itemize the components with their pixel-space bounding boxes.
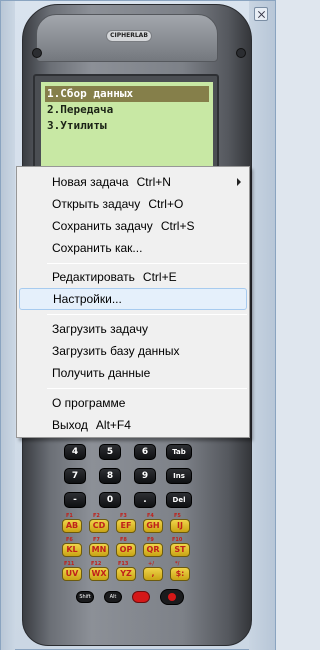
menu-item-label: Новая задача: [52, 175, 129, 189]
menu-item-label: Настройки...: [53, 292, 122, 306]
menu-item-open-task[interactable]: Открыть задачу Ctrl+O: [19, 193, 247, 215]
key-7[interactable]: 7: [64, 468, 86, 484]
menu-item-label: Загрузить задачу: [52, 322, 148, 336]
menu-item-get-data[interactable]: Получить данные: [19, 362, 247, 384]
key-mn[interactable]: MN: [89, 543, 109, 557]
key-ab[interactable]: AB: [62, 519, 82, 533]
context-menu: Новая задача Ctrl+N Открыть задачу Ctrl+O …: [16, 166, 250, 438]
key-st[interactable]: ST: [170, 543, 190, 557]
key-del[interactable]: Del: [166, 492, 192, 508]
shift-key[interactable]: Shift: [76, 591, 94, 603]
menu-item-shortcut: Ctrl+O: [148, 197, 184, 211]
key-0[interactable]: 0: [99, 492, 121, 508]
power-icon[interactable]: [132, 591, 150, 603]
key-op[interactable]: OP: [116, 543, 136, 557]
menu-item-label: Редактировать: [52, 270, 135, 284]
menu-item-shortcut: Ctrl+S: [160, 219, 195, 233]
menu-item-label: Загрузить базу данных: [52, 344, 180, 358]
menu-item-save-as[interactable]: Сохранить как...: [19, 237, 247, 259]
key-cd[interactable]: CD: [89, 519, 109, 533]
menu-item-label: О программе: [52, 396, 126, 410]
key-4[interactable]: 4: [64, 444, 86, 460]
menu-item-edit[interactable]: Редактировать Ctrl+E: [19, 266, 247, 288]
key-5[interactable]: 5: [99, 444, 121, 460]
key-comma[interactable]: ,: [143, 567, 163, 581]
menu-item-about[interactable]: О программе: [19, 392, 247, 414]
left-panel-edge: [1, 1, 15, 650]
alt-key[interactable]: Alt: [104, 591, 122, 603]
key-6[interactable]: 6: [134, 444, 156, 460]
device-screen[interactable]: 1.Сбор данных 2.Передача 3.Утилиты: [41, 82, 213, 174]
key-yz[interactable]: YZ: [116, 567, 136, 581]
key-ij[interactable]: IJ: [170, 519, 190, 533]
right-panel-edge: [249, 1, 275, 650]
led-right-icon: [236, 48, 246, 58]
menu-item-save-task[interactable]: Сохранить задачу Ctrl+S: [19, 215, 247, 237]
key-qr[interactable]: QR: [143, 543, 163, 557]
key-dollar[interactable]: $:: [170, 567, 190, 581]
key-tab[interactable]: Tab: [166, 444, 192, 460]
menu-separator: [47, 314, 247, 315]
menu-separator: [47, 263, 247, 264]
menu-item-load-database[interactable]: Загрузить базу данных: [19, 340, 247, 362]
menu-item-new-task[interactable]: Новая задача Ctrl+N: [19, 171, 247, 193]
key-ins[interactable]: Ins: [166, 468, 192, 484]
key-8[interactable]: 8: [99, 468, 121, 484]
menu-item-shortcut: Alt+F4: [95, 418, 131, 432]
led-left-icon: [32, 48, 42, 58]
menu-item-label: Сохранить задачу: [52, 219, 153, 233]
menu-item-exit[interactable]: Выход Alt+F4: [19, 414, 247, 436]
close-icon[interactable]: [254, 7, 268, 21]
key-ef[interactable]: EF: [116, 519, 136, 533]
submenu-arrow-icon: [237, 178, 241, 186]
menu-item-label: Сохранить как...: [52, 241, 143, 255]
menu-item-label: Выход: [52, 418, 88, 432]
screen-menu-item-1[interactable]: 1.Сбор данных: [45, 86, 209, 102]
menu-item-shortcut: Ctrl+N: [136, 175, 171, 189]
key-wx[interactable]: WX: [89, 567, 109, 581]
key-gh[interactable]: GH: [143, 519, 163, 533]
menu-item-label: Открыть задачу: [52, 197, 141, 211]
device-logo: CIPHERLAB: [106, 30, 152, 42]
menu-item-settings[interactable]: Настройки...: [19, 288, 247, 310]
menu-item-label: Получить данные: [52, 366, 151, 380]
key-minus[interactable]: -: [64, 492, 86, 508]
menu-item-load-task[interactable]: Загрузить задачу: [19, 318, 247, 340]
screen-menu-item-3[interactable]: 3.Утилиты: [45, 118, 209, 134]
menu-item-shortcut: Ctrl+E: [142, 270, 177, 284]
menu-separator: [47, 388, 247, 389]
key-9[interactable]: 9: [134, 468, 156, 484]
screen-menu-item-2[interactable]: 2.Передача: [45, 102, 209, 118]
key-uv[interactable]: UV: [62, 567, 82, 581]
scan-key-icon[interactable]: [160, 589, 184, 605]
key-dot[interactable]: .: [134, 492, 156, 508]
key-kl[interactable]: KL: [62, 543, 82, 557]
